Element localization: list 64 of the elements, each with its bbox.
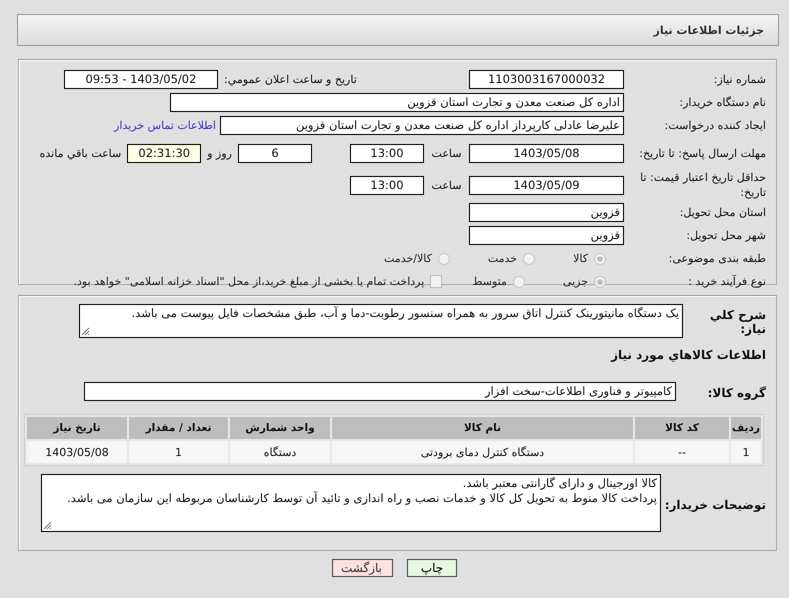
goods-group-field: کامپیوتر و فناوری اطلاعات-سخت افزار: [84, 382, 676, 400]
table-cell: 1403/05/08: [27, 441, 127, 463]
radio-label: کالا: [573, 252, 588, 265]
column-header: واحد شمارش: [230, 417, 330, 439]
radio-button[interactable]: [438, 252, 450, 264]
summary-text: یک دستگاه مانیتورینک کنترل اتاق سرور به همراه سنسور رطوبت-دما و آب، طبق مشخصات فایل پیوست می باشد.: [132, 306, 679, 320]
contact-link[interactable]: اطلاعات تماس خریدار: [114, 119, 216, 132]
date-field: 1403/05/09: [469, 176, 624, 194]
column-header: کد کالا: [635, 417, 729, 439]
days-field: 6: [238, 144, 312, 162]
notes-line: کالا اورجینال و دارای گارانتی معتبر باشد.: [462, 476, 657, 491]
resize-grip-icon[interactable]: [43, 521, 52, 530]
table-cell: 1: [731, 441, 761, 463]
field-label: نام دستگاه خریدار:: [678, 95, 766, 110]
radio-label: خدمت: [488, 252, 518, 265]
time-field: 13:00: [350, 176, 424, 194]
radio-label: متوسط: [472, 275, 507, 288]
number-field: 1103003167000032: [469, 70, 624, 89]
field-label: گروه کالا:: [706, 385, 766, 400]
radio-label: جزیی: [562, 275, 588, 288]
creator-field: علیرضا عادلی کارپرداز اداره کل صنعت معدن و تجارت استان قزوین: [220, 116, 624, 135]
page-title: جزئیات اطلاعات نیاز: [654, 24, 764, 36]
buyer-field: اداره کل صنعت معدن و تجارت استان قزوین: [170, 93, 624, 112]
days-label: روز و: [206, 146, 233, 160]
column-header: تاریخ نیاز: [27, 417, 127, 439]
city-field: قزوین: [469, 226, 624, 245]
table-cell: دستگاه: [230, 441, 330, 463]
province-field: قزوین: [469, 203, 624, 222]
table-cell: دستگاه کنترل دمای برودتی: [332, 441, 633, 463]
field-label: مهلت ارسال پاسخ: تا تاریخ:: [638, 146, 766, 160]
time-field: 13:00: [350, 144, 424, 162]
time-label: ساعت: [430, 146, 462, 160]
field-label: تاریخ و ساعت اعلان عمومي:: [223, 73, 358, 86]
column-header: ردیف: [731, 417, 761, 439]
time-label: ساعت: [430, 178, 462, 192]
field-label: شرح کلي نیاز:: [708, 307, 766, 336]
field-label: شماره نیاز:: [712, 72, 766, 87]
date-field: 1403/05/08: [469, 144, 624, 162]
field-label: نوع فرآیند خرید :: [687, 274, 766, 289]
field-label: شهر محل تحویل:: [685, 228, 766, 243]
remaining-label: ساعت باقي مانده: [38, 146, 122, 160]
checkbox-label: پرداخت تمام یا بخشی از مبلغ خرید،از محل "اسناد خزانه اسلامی" خواهد بود.: [74, 275, 424, 288]
radio-button[interactable]: [512, 276, 525, 288]
table-cell: 1: [129, 441, 228, 463]
print-button[interactable]: چاپ: [407, 559, 457, 577]
field-label: استان محل تحویل:: [678, 205, 766, 220]
radio-label: کالا/خدمت: [384, 252, 432, 265]
field-label: طبقه بندی موضوعی:: [668, 251, 766, 266]
radio-button[interactable]: [594, 276, 606, 288]
checkbox[interactable]: [430, 275, 442, 288]
radio-button[interactable]: [594, 252, 606, 264]
field-label: حداقل تاریخ اعتبار قیمت: تا تاریخ:: [639, 170, 766, 200]
column-header: تعداد / مقدار: [129, 417, 228, 439]
column-header: نام کالا: [332, 417, 633, 439]
section-heading: اطلاعات کالاهاي مورد نیاز: [610, 347, 767, 364]
field-label: ایجاد کننده درخواست:: [664, 118, 766, 133]
back-button[interactable]: بازگشت: [332, 559, 393, 577]
field-label: توضیحات خریدار:: [664, 497, 766, 512]
notes-line: پرداخت کالا منوط به تحویل کل کالا و خدمات نصب و راه اندازی و تائید آن توسط کارشناسان مربوطه این سازمان می باشد.: [66, 491, 657, 506]
resize-grip-icon[interactable]: [81, 327, 90, 336]
table-cell: --: [635, 441, 729, 463]
remaining-time-field: 02:31:30: [127, 144, 202, 162]
date-field: 1403/05/02 - 09:53: [64, 70, 218, 89]
radio-button[interactable]: [523, 252, 536, 264]
